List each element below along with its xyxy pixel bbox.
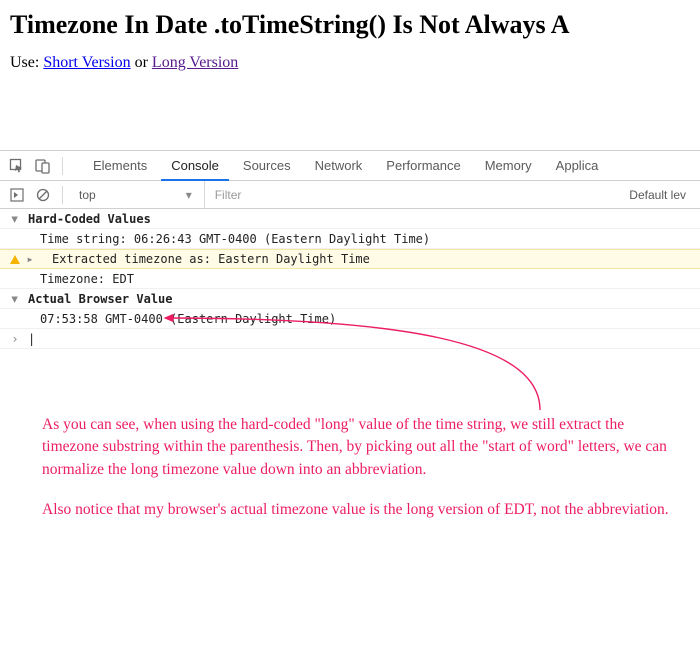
use-line: Use: Short Version or Long Version [10,54,690,72]
caret-right-icon[interactable]: ▸ [24,252,36,266]
tab-elements[interactable]: Elements [81,151,159,180]
or-label: or [135,54,148,71]
console-warn-row: ▸ Extracted timezone as: Eastern Dayligh… [0,249,700,269]
page-title: Timezone In Date .toTimeString() Is Not … [10,10,690,40]
context-label: top [79,188,96,202]
sidebar-toggle-icon[interactable] [6,184,28,206]
clear-console-icon[interactable] [32,184,54,206]
tab-network[interactable]: Network [303,151,375,180]
divider [62,186,63,204]
annotation-text: As you can see, when using the hard-code… [42,414,680,540]
console-log-row: Timezone: EDT [0,269,700,289]
page-header: Timezone In Date .toTimeString() Is Not … [0,0,700,80]
prompt-chevron-icon: › [6,332,24,346]
device-toggle-icon[interactable] [32,155,54,177]
group-label: Hard-Coded Values [24,212,151,226]
console-message: Timezone: EDT [24,272,134,286]
console-log-row: 07:53:58 GMT-0400 (Eastern Daylight Time… [0,309,700,329]
group-label: Actual Browser Value [24,292,173,306]
console-input[interactable]: | [24,332,35,346]
console-group-header[interactable]: ▼ Actual Browser Value [0,289,700,309]
console-prompt-row[interactable]: › | [0,329,700,349]
long-version-link[interactable]: Long Version [152,54,238,71]
caret-down-icon: ▼ [6,212,24,226]
divider [62,157,63,175]
annotation-paragraph-2: Also notice that my browser's actual tim… [42,499,680,521]
console-message: 07:53:58 GMT-0400 (Eastern Daylight Time… [24,312,336,326]
devtools-tabs: Elements Console Sources Network Perform… [81,151,610,180]
warning-icon [6,255,24,264]
short-version-link[interactable]: Short Version [43,54,130,71]
inspect-icon[interactable] [6,155,28,177]
devtools-topbar: Elements Console Sources Network Perform… [0,151,700,181]
context-selector[interactable]: top ▾ [71,181,200,208]
console-message: Time string: 06:26:43 GMT-0400 (Eastern … [24,232,430,246]
tab-performance[interactable]: Performance [374,151,472,180]
console-log-row: Time string: 06:26:43 GMT-0400 (Eastern … [0,229,700,249]
use-label: Use: [10,54,39,71]
console-output: ▼ Hard-Coded Values Time string: 06:26:4… [0,209,700,349]
caret-down-icon: ▼ [6,292,24,306]
console-toolbar: top ▾ Default lev [0,181,700,209]
annotation-paragraph-1: As you can see, when using the hard-code… [42,414,680,481]
devtools-panel: Elements Console Sources Network Perform… [0,150,700,349]
tab-sources[interactable]: Sources [231,151,303,180]
filter-input[interactable] [204,181,618,208]
chevron-down-icon: ▾ [186,188,192,202]
log-levels-selector[interactable]: Default lev [621,188,694,202]
tab-application[interactable]: Applica [544,151,611,180]
console-group-header[interactable]: ▼ Hard-Coded Values [0,209,700,229]
tab-memory[interactable]: Memory [473,151,544,180]
tab-console[interactable]: Console [159,151,231,180]
console-message: Extracted timezone as: Eastern Daylight … [36,252,370,266]
